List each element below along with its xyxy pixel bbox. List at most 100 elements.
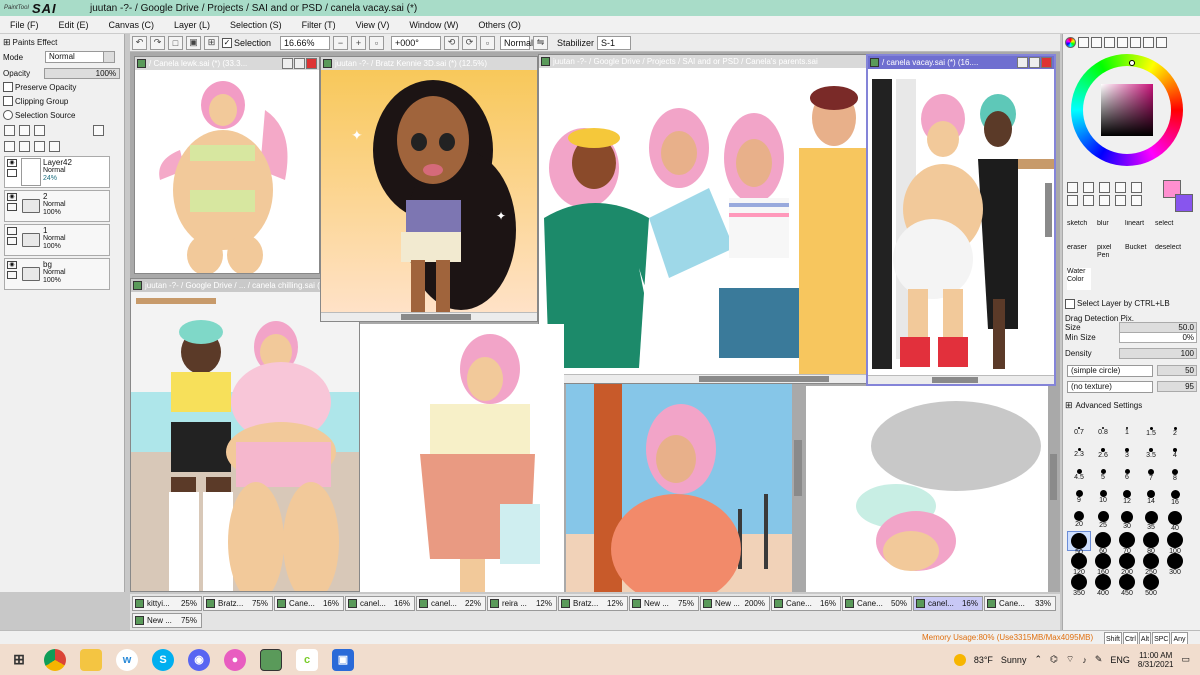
window-titlebar[interactable]: / Canela lewk.sai (*) (33.3...: [135, 57, 319, 70]
invert-selection-icon[interactable]: ▣: [186, 35, 201, 50]
menu-edit[interactable]: Edit (E): [49, 20, 99, 30]
brush-size-option[interactable]: 10: [1091, 489, 1115, 509]
brush-texture-select[interactable]: (no texture): [1067, 381, 1153, 393]
window-titlebar[interactable]: juutan -?- / Google Drive / Projects / S…: [539, 55, 867, 68]
brush-size-option[interactable]: 25: [1091, 510, 1115, 530]
close-button[interactable]: [1041, 57, 1052, 68]
tool-lineart[interactable]: lineart: [1125, 220, 1153, 242]
brush-size-option[interactable]: 3.5: [1139, 447, 1163, 467]
brush-texture-value[interactable]: 95: [1157, 381, 1197, 392]
lock-toggle[interactable]: [7, 237, 17, 245]
rgb-slider-icon[interactable]: [1078, 37, 1089, 48]
document-tab[interactable]: Bratz... 75%: [203, 596, 273, 611]
brush-size-option[interactable]: 80: [1139, 531, 1163, 555]
horizontal-scrollbar[interactable]: [539, 374, 867, 383]
clear-layer-icon[interactable]: [34, 141, 45, 152]
tool-pixel-pen[interactable]: pixel Pen: [1097, 244, 1121, 266]
tool-water-color[interactable]: Water Color: [1067, 268, 1091, 290]
brush-size-option[interactable]: 2: [1163, 426, 1187, 446]
skype-icon[interactable]: S: [152, 648, 174, 671]
rotate-right-icon[interactable]: ⟳: [462, 35, 478, 50]
brush-size-option[interactable]: 0.7: [1067, 426, 1091, 446]
brush-size-option[interactable]: 1: [1115, 426, 1139, 446]
notification-icon[interactable]: ▭: [1181, 654, 1190, 665]
vertical-scrollbar-thumb[interactable]: [794, 440, 802, 496]
color-history-icon[interactable]: [1143, 37, 1154, 48]
vertical-scrollbar-thumb[interactable]: [1045, 183, 1052, 237]
tool-blur[interactable]: blur: [1097, 220, 1121, 242]
selection-visible-icon[interactable]: ⊞: [204, 35, 219, 50]
maximize-button[interactable]: [294, 58, 305, 69]
clock[interactable]: 11:00 AM 8/31/2021: [1138, 651, 1174, 669]
brush-size-option[interactable]: 400: [1091, 573, 1115, 597]
rect-select-icon[interactable]: [1067, 182, 1078, 193]
wifi-icon[interactable]: ⌔: [1066, 654, 1074, 665]
brush-shape-value[interactable]: 50: [1157, 365, 1197, 376]
brush-size-option[interactable]: 120: [1067, 552, 1091, 576]
select-layer-option[interactable]: Select Layer by CTRL+LB: [1063, 297, 1199, 310]
window-titlebar[interactable]: juutan -?- / Bratz Kennie 3D.sai (*) (12…: [321, 57, 537, 70]
zoom-reset-icon[interactable]: ▫: [369, 35, 385, 50]
menu-file[interactable]: File (F): [0, 20, 49, 30]
visibility-eye-icon[interactable]: ◉: [7, 159, 17, 167]
lock-toggle[interactable]: [7, 203, 17, 211]
document-tab[interactable]: New ... 75%: [629, 596, 699, 611]
brush-size-option[interactable]: 350: [1067, 573, 1091, 597]
lasso-icon[interactable]: [1083, 182, 1094, 193]
brush-size-option[interactable]: 30: [1115, 510, 1139, 530]
brush-size-option[interactable]: 8: [1163, 468, 1187, 488]
document-window-vacay[interactable]: / canela vacay.sai (*) (16....: [866, 54, 1056, 386]
mask-icon[interactable]: [93, 125, 104, 136]
scrollbar-thumb[interactable]: [699, 376, 829, 382]
artwork-canvas[interactable]: [868, 69, 1054, 384]
lock-toggle[interactable]: [7, 271, 17, 279]
tool-eraser[interactable]: eraser: [1067, 244, 1091, 266]
zoom-out-icon[interactable]: −: [333, 35, 349, 50]
advanced-settings-toggle[interactable]: ⊞ Advanced Settings: [1063, 399, 1199, 412]
brush-size-option[interactable]: 6: [1115, 468, 1139, 488]
mixer-icon[interactable]: [1104, 37, 1115, 48]
brush-size-option[interactable]: 35: [1139, 510, 1163, 531]
layer-row[interactable]: 1 Normal 100%: [4, 224, 110, 256]
magic-wand-icon[interactable]: [1099, 182, 1110, 193]
brush-size-option[interactable]: 9: [1067, 489, 1091, 509]
min-size-slider[interactable]: 0%: [1119, 332, 1197, 343]
user-color-icon[interactable]: [1156, 37, 1167, 48]
preserve-opacity-checkbox[interactable]: [3, 82, 13, 92]
document-tab[interactable]: New ... 75%: [132, 613, 202, 628]
menu-view[interactable]: View (V): [346, 20, 400, 30]
close-button[interactable]: [306, 58, 317, 69]
transfer-down-icon[interactable]: [4, 141, 15, 152]
hue-picker-handle[interactable]: [1129, 60, 1135, 66]
brush-size-option[interactable]: 0.8: [1091, 426, 1115, 446]
files-icon[interactable]: [80, 648, 102, 671]
rotation-field[interactable]: +000°: [391, 35, 442, 50]
document-window-parents[interactable]: juutan -?- / Google Drive / Projects / S…: [538, 54, 868, 384]
clipping-group-checkbox[interactable]: [3, 96, 13, 106]
scratchpad-icon[interactable]: [1130, 37, 1141, 48]
document-tab[interactable]: Bratz... 12%: [558, 596, 628, 611]
brush-size-option[interactable]: 2.3: [1067, 447, 1091, 467]
secondary-color-swatch[interactable]: [1175, 194, 1193, 212]
document-window-lewk[interactable]: / Canela lewk.sai (*) (33.3...: [134, 56, 320, 274]
document-tab[interactable]: canel... 16%: [345, 596, 415, 611]
stabilizer-select[interactable]: S-1: [597, 35, 632, 50]
brush-size-option[interactable]: 20: [1067, 510, 1091, 530]
brush-size-option[interactable]: 70: [1115, 531, 1139, 555]
brush-size-option[interactable]: 200: [1115, 552, 1139, 576]
document-tab[interactable]: New ... 200%: [700, 596, 770, 611]
brush-size-option[interactable]: 16: [1163, 489, 1187, 509]
brush-size-option[interactable]: 1.5: [1139, 426, 1163, 446]
brush-shape-select[interactable]: (simple circle): [1067, 365, 1153, 377]
menu-selection[interactable]: Selection (S): [220, 20, 292, 30]
pen-icon[interactable]: ✎: [1095, 654, 1103, 665]
brush-size-option[interactable]: 7: [1139, 468, 1163, 488]
brush-size-option[interactable]: 4: [1163, 447, 1187, 467]
menu-canvas[interactable]: Canvas (C): [99, 20, 165, 30]
brush-size-option[interactable]: 4.5: [1067, 468, 1091, 488]
rotate-left-icon[interactable]: ⟲: [444, 35, 460, 50]
menu-filter[interactable]: Filter (T): [292, 20, 346, 30]
brush-size-option[interactable]: 3: [1115, 447, 1139, 467]
network-icon[interactable]: ⌬: [1050, 654, 1058, 665]
selection-checkbox[interactable]: ✓: [222, 37, 232, 48]
